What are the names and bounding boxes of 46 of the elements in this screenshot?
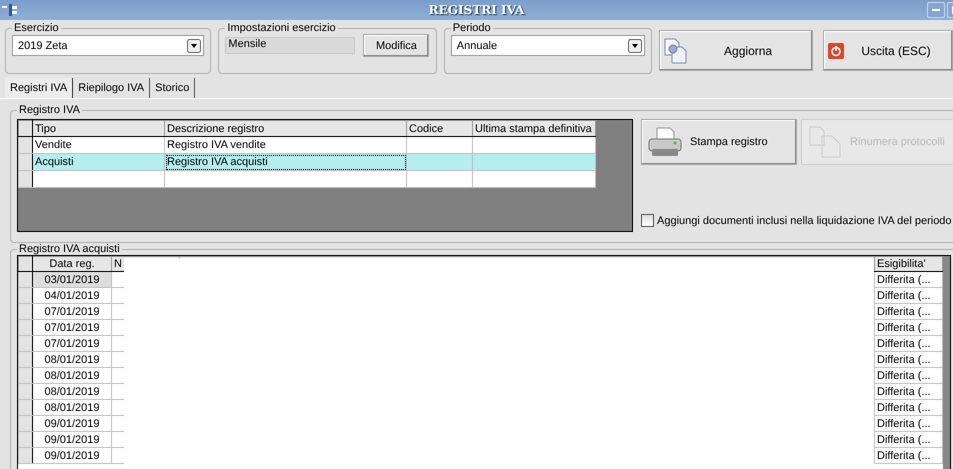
table-cell[interactable]: 09/01/2019 xyxy=(32,432,112,448)
documents-gear-icon xyxy=(664,38,688,64)
setting-field: Mensile xyxy=(225,37,356,54)
column-header[interactable]: Tipo xyxy=(32,120,164,136)
table-cell[interactable]: 08/01/2019 xyxy=(32,400,112,416)
printer-icon xyxy=(648,127,682,157)
group-label: Esercizio xyxy=(13,22,60,34)
document-icon xyxy=(808,126,842,158)
group-label: Periodo xyxy=(452,22,492,34)
minimize-button[interactable] xyxy=(927,2,945,18)
table-cell[interactable]: 08/01/2019 xyxy=(32,368,112,384)
print-button[interactable]: Stampa registro xyxy=(641,119,797,165)
column-header[interactable]: Data reg. xyxy=(32,256,112,272)
group-label: Registro IVA acquisti xyxy=(18,243,121,255)
table-cell[interactable]: 09/01/2019 xyxy=(32,448,112,464)
power-icon xyxy=(828,42,844,58)
tab[interactable]: Registri IVA xyxy=(5,78,74,98)
table-cell[interactable]: 08/01/2019 xyxy=(32,384,112,400)
table-cell: Acquisti xyxy=(32,154,164,170)
period-dropdown[interactable]: Annuale xyxy=(450,35,646,56)
group-label: Impostazioni esercizio xyxy=(226,22,337,34)
app-icon xyxy=(2,4,18,16)
minimize-icon xyxy=(932,9,940,11)
checkbox-label[interactable]: Aggiungi documenti inclusi nella liquidazione IVA del periodo xyxy=(657,214,952,226)
table-cell[interactable]: 04/01/2019 xyxy=(32,288,112,304)
exit-button[interactable]: Uscita (ESC) xyxy=(822,30,953,71)
table-cell[interactable]: 07/01/2019 xyxy=(32,304,112,320)
checkbox[interactable] xyxy=(641,214,654,227)
scrollbar[interactable] xyxy=(943,256,950,469)
column-header[interactable]: N xyxy=(114,258,122,270)
group-label: Registro IVA xyxy=(18,104,81,116)
table-row[interactable]: Acquisti Registro IVA acquisti xyxy=(18,154,596,170)
edit-button[interactable]: Modifica xyxy=(363,34,430,57)
column-header[interactable]: Descrizione registro xyxy=(164,120,406,136)
table-cell[interactable]: 08/01/2019 xyxy=(32,352,112,368)
table-cell[interactable]: 09/01/2019 xyxy=(32,416,112,432)
window-title: REGISTRI IVA xyxy=(428,3,524,17)
table-cell[interactable]: 07/01/2019 xyxy=(32,320,112,336)
refresh-button[interactable]: Aggiorna xyxy=(659,30,813,71)
column-header[interactable]: Codice xyxy=(406,120,472,136)
column-header[interactable]: Esigibilita' xyxy=(874,256,942,272)
table-cell[interactable]: 03/01/2019 xyxy=(32,272,112,288)
column-header[interactable]: Ultima stampa definitiva xyxy=(472,120,596,136)
table-cell[interactable]: 07/01/2019 xyxy=(32,336,112,352)
table-cell: Registro IVA acquisti xyxy=(164,154,406,170)
year-dropdown[interactable]: 2019 Zeta xyxy=(12,35,204,56)
